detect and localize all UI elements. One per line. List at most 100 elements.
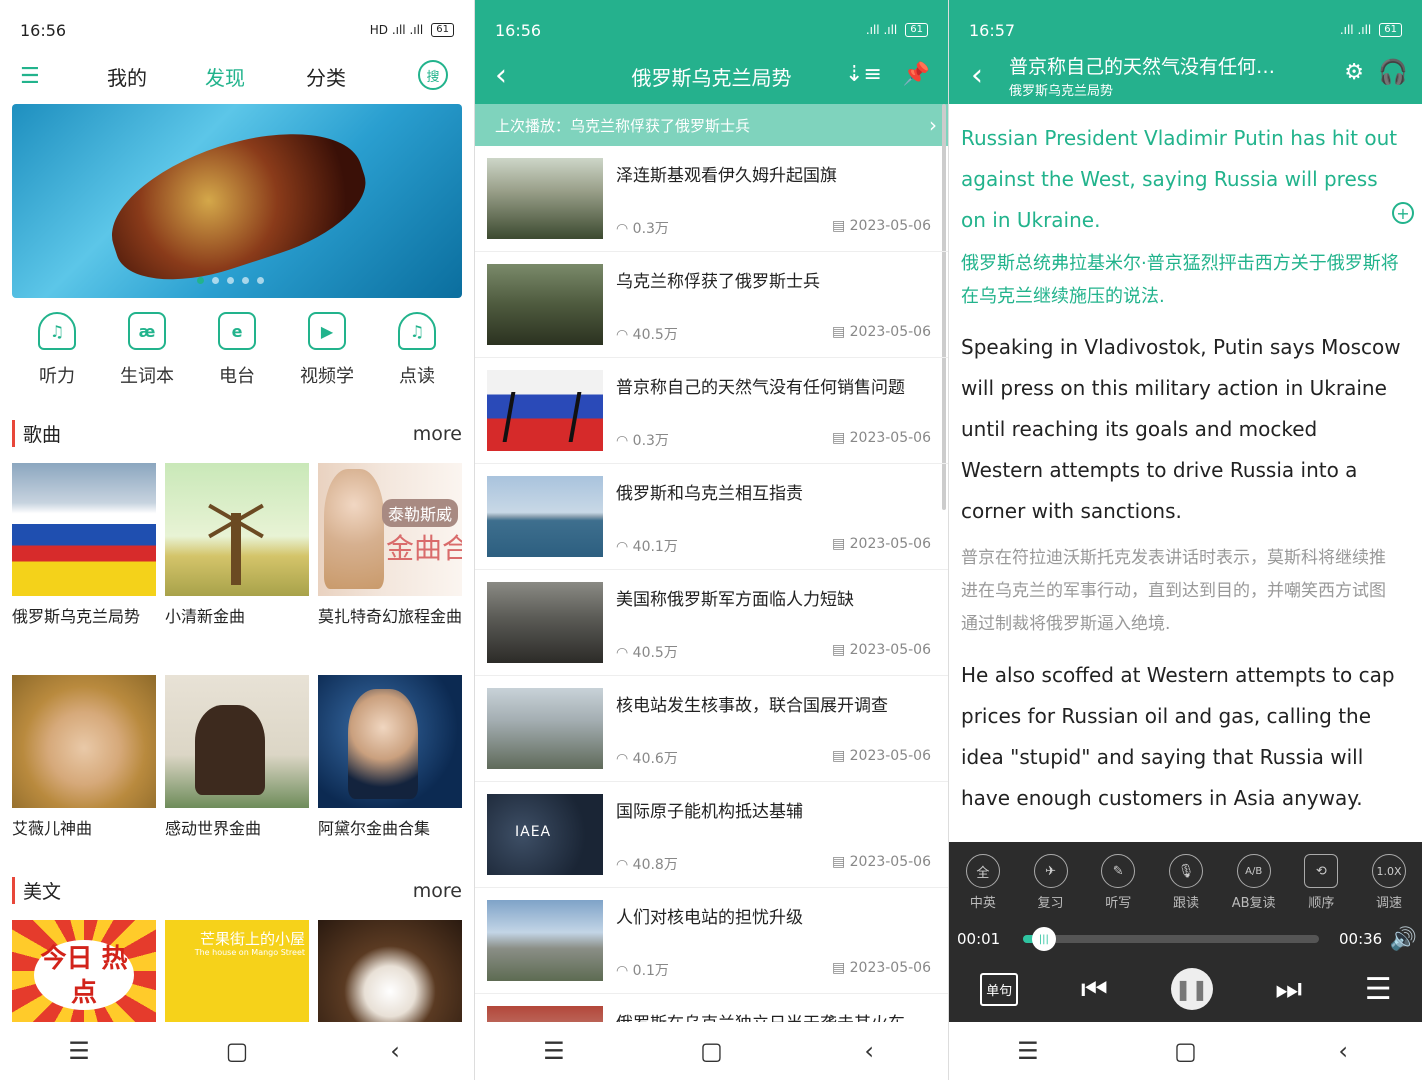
volume-icon[interactable]: 🔊 bbox=[1390, 927, 1417, 952]
song-cover-image bbox=[165, 463, 309, 596]
prose-tile[interactable]: 今日 热点 bbox=[12, 920, 156, 1022]
banner-carousel[interactable] bbox=[12, 104, 462, 298]
tool-order[interactable]: ⟲ 顺序 bbox=[1289, 854, 1353, 911]
song-tile[interactable]: 感动世界金曲 bbox=[165, 675, 309, 842]
home-icon[interactable]: ▢ bbox=[681, 1037, 741, 1065]
quick-action-radio[interactable]: e 电台 bbox=[192, 312, 282, 388]
menu-icon[interactable]: ☰ bbox=[20, 64, 40, 89]
playlist-icon[interactable]: ☰ bbox=[1365, 972, 1392, 1007]
system-nav-bar: ☰ ▢ ‹ bbox=[949, 1022, 1422, 1080]
more-link[interactable]: more bbox=[413, 423, 462, 445]
section-title: 歌曲 bbox=[12, 420, 61, 447]
back-icon[interactable]: ‹ bbox=[839, 1037, 899, 1065]
list-item[interactable]: 乌克兰称俘获了俄罗斯士兵 ◠ 40.5万 ▤ 2023-05-06 bbox=[475, 252, 948, 358]
back-icon[interactable]: ‹ bbox=[1313, 1037, 1373, 1065]
banner-image bbox=[94, 106, 380, 298]
play-count-value: 40.6万 bbox=[632, 751, 678, 767]
quick-action-video[interactable]: ▶ 视频学 bbox=[282, 312, 372, 388]
tool-speed[interactable]: 1.0X 调速 bbox=[1357, 854, 1421, 911]
signal-icon: HD .ıll .ıll bbox=[369, 23, 424, 37]
page-subtitle: 俄罗斯乌克兰局势 bbox=[1009, 84, 1114, 99]
song-cover-image bbox=[12, 675, 156, 808]
song-caption: 莫扎特奇幻旅程金曲 bbox=[318, 607, 463, 626]
pin-icon[interactable]: 📌 bbox=[903, 62, 930, 87]
progress-slider[interactable]: ||| bbox=[1023, 927, 1319, 951]
tool-dictation[interactable]: ✎ 听写 bbox=[1086, 854, 1150, 911]
quick-action-reading[interactable]: ♫ 点读 bbox=[372, 312, 462, 388]
pause-icon[interactable]: ❚❚ bbox=[1170, 968, 1213, 1010]
song-cover-image: 泰勒斯威 金曲合 bbox=[318, 463, 462, 596]
song-tile[interactable]: 泰勒斯威 金曲合 莫扎特奇幻旅程金曲 bbox=[318, 463, 462, 630]
list-item[interactable]: 普京称自己的天然气没有任何销售问题 ◠ 0.3万 ▤ 2023-05-06 bbox=[475, 358, 948, 464]
progress-handle[interactable]: ||| bbox=[1031, 927, 1056, 951]
recent-apps-icon[interactable]: ☰ bbox=[524, 1037, 584, 1065]
battery-icon: 61 bbox=[1379, 23, 1402, 37]
prose-tile[interactable]: 芒果街上的小屋 The house on Mango Street bbox=[165, 920, 309, 1022]
list-item[interactable]: IAEA 国际原子能机构抵达基辅 ◠ 40.8万 ▤ 2023-05-06 bbox=[475, 782, 948, 888]
single-sentence-button[interactable]: 单句 bbox=[980, 972, 1019, 1006]
back-icon[interactable]: ‹ bbox=[971, 58, 983, 93]
status-bar: 16:56 .ıll .ıll 61 bbox=[475, 0, 948, 60]
cover-overlay-text: The house on Mango Street bbox=[194, 948, 305, 957]
tool-bilingual[interactable]: 全中英 bbox=[951, 854, 1015, 911]
headline-chinese[interactable]: 俄罗斯总统弗拉基米尔·普京猛烈抨击西方关于俄罗斯将在乌克兰继续施压的说法. bbox=[961, 247, 1401, 313]
song-tile[interactable]: 俄罗斯乌克兰局势 bbox=[12, 463, 156, 630]
prose-tile[interactable] bbox=[318, 920, 462, 1022]
item-date: ▤ 2023-05-06 bbox=[832, 960, 931, 976]
more-link[interactable]: more bbox=[413, 880, 462, 902]
tab-category[interactable]: 分类 bbox=[306, 62, 346, 91]
page-title: 普京称自己的天然气没有任何… bbox=[1009, 56, 1276, 78]
play-count: ◠ 40.6万 bbox=[616, 748, 678, 768]
paragraph-chinese[interactable]: 普京在符拉迪沃斯托克发表讲话时表示，莫斯科将继续推进在乌克兰的军事行动，直到达到… bbox=[961, 542, 1401, 641]
song-tile[interactable]: 阿黛尔金曲合集 bbox=[318, 675, 462, 842]
item-date: ▤ 2023-05-06 bbox=[832, 218, 931, 234]
song-tile[interactable]: 艾薇儿神曲 bbox=[12, 675, 156, 842]
item-title: 俄罗斯和乌克兰相互指责 bbox=[616, 484, 803, 504]
tab-discover[interactable]: 发现 bbox=[205, 62, 245, 91]
previous-icon[interactable]: ⏮ bbox=[1081, 972, 1108, 1007]
headline-english[interactable]: Russian President Vladimir Putin has hit… bbox=[961, 118, 1401, 241]
search-icon[interactable]: 搜 bbox=[418, 60, 448, 90]
tool-label: 调速 bbox=[1376, 896, 1403, 911]
sort-icon[interactable]: ⇣≡ bbox=[845, 62, 882, 87]
quick-action-label: 视频学 bbox=[300, 366, 354, 387]
next-icon[interactable]: ⏭ bbox=[1275, 972, 1302, 1007]
list-item[interactable]: 美国称俄罗斯军方面临人力短缺 ◠ 40.5万 ▤ 2023-05-06 bbox=[475, 570, 948, 676]
item-date: ▤ 2023-05-06 bbox=[832, 642, 931, 658]
songs-section-header: 歌曲 more bbox=[12, 420, 462, 447]
tool-review[interactable]: ✈ 复习 bbox=[1019, 854, 1083, 911]
recent-apps-icon[interactable]: ☰ bbox=[998, 1037, 1058, 1065]
list-item[interactable]: 核电站发生核事故，联合国展开调查 ◠ 40.6万 ▤ 2023-05-06 bbox=[475, 676, 948, 782]
repeat-icon: ⟲ bbox=[1304, 854, 1339, 888]
play-count: ◠ 40.5万 bbox=[616, 642, 678, 662]
quick-action-label: 生词本 bbox=[120, 366, 174, 387]
paragraph-english[interactable]: He also scoffed at Western attempts to c… bbox=[961, 655, 1401, 819]
home-icon[interactable]: ▢ bbox=[1155, 1037, 1215, 1065]
tool-label: 顺序 bbox=[1308, 896, 1335, 911]
recent-apps-icon[interactable]: ☰ bbox=[49, 1037, 109, 1065]
quick-action-listening[interactable]: ♫ 听力 bbox=[12, 312, 102, 388]
tool-ab-repeat[interactable]: A/B AB复读 bbox=[1222, 854, 1286, 911]
tool-shadowing[interactable]: 🎙 跟读 bbox=[1154, 854, 1218, 911]
headphones-icon[interactable]: 🎧 bbox=[1378, 58, 1408, 86]
settings-icon[interactable]: ⚙ bbox=[1344, 60, 1364, 85]
calendar-icon: ▤ bbox=[831, 536, 850, 552]
article-body: Russian President Vladimir Putin has hit… bbox=[961, 118, 1401, 819]
list-item[interactable]: 人们对核电站的担忧升级 ◠ 0.1万 ▤ 2023-05-06 bbox=[475, 888, 948, 994]
list-item[interactable]: 俄罗斯和乌克兰相互指责 ◠ 40.1万 ▤ 2023-05-06 bbox=[475, 464, 948, 570]
back-icon[interactable]: ‹ bbox=[365, 1037, 425, 1065]
video-icon: ▶ bbox=[308, 312, 346, 350]
quick-action-vocabulary[interactable]: æ 生词本 bbox=[102, 312, 192, 388]
tab-mine[interactable]: 我的 bbox=[107, 62, 147, 91]
paragraph-english[interactable]: Speaking in Vladivostok, Putin says Mosc… bbox=[961, 327, 1401, 532]
play-count-value: 40.8万 bbox=[632, 857, 678, 873]
list-item[interactable]: 泽连斯基观看伊久姆升起国旗 ◠ 0.3万 ▤ 2023-05-06 bbox=[475, 146, 948, 252]
calendar-icon: ▤ bbox=[831, 960, 850, 976]
song-tile[interactable]: 小清新金曲 bbox=[165, 463, 309, 630]
thumbnail-text: IAEA bbox=[515, 824, 552, 840]
status-time: 16:56 bbox=[20, 20, 67, 40]
headphones-icon: ♫ bbox=[398, 312, 436, 350]
home-icon[interactable]: ▢ bbox=[207, 1037, 267, 1065]
microphone-icon: 🎙 bbox=[1168, 854, 1203, 888]
last-played-bar[interactable]: 上次播放：乌克兰称俘获了俄罗斯士兵 › bbox=[475, 104, 948, 146]
